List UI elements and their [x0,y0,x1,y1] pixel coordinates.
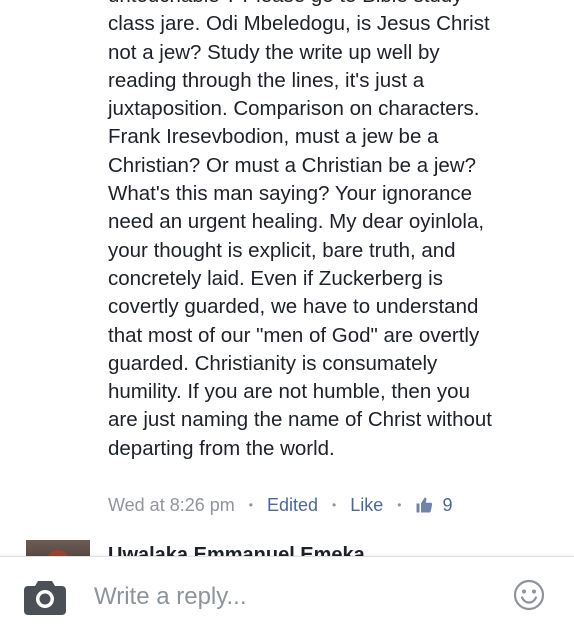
comment-text: untouchable ? Please go to Bible study c… [108,0,492,460]
camera-icon[interactable] [24,579,66,615]
reply-composer [0,556,574,640]
reply-input[interactable] [94,577,494,617]
smiley-icon[interactable] [513,579,545,611]
edited-link[interactable]: Edited [267,495,318,516]
comment-timestamp: Wed at 8:26 pm [108,494,235,515]
comment-actions: Wed at 8:26 pm • Edited • Like • 9 [108,493,452,517]
like-count-value: 9 [442,494,453,515]
separator-dot: • [397,498,402,512]
like-button[interactable]: Like [350,495,383,516]
like-count[interactable]: 9 [415,495,452,516]
thumbs-up-icon [416,497,433,513]
separator-dot: • [332,498,337,512]
comment-thread-screen: untouchable ? Please go to Bible study c… [0,0,574,640]
separator-dot: • [248,498,253,512]
